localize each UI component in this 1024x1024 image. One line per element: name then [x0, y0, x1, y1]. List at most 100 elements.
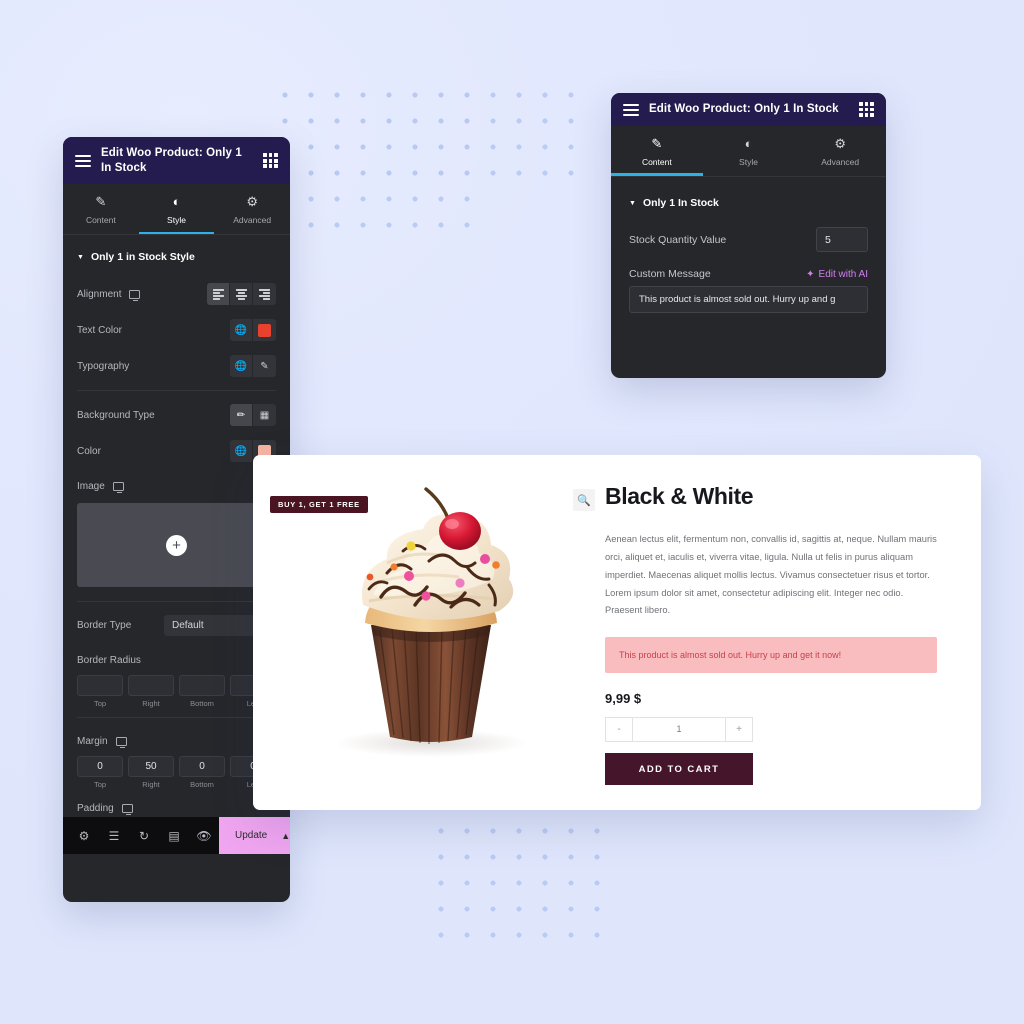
hamburger-icon[interactable] [623, 103, 639, 116]
tab-content-label: Content [85, 215, 116, 226]
history-icon[interactable]: ↻ [129, 817, 159, 854]
text-color-label: Text Color [77, 324, 123, 336]
quantity-value[interactable]: 1 [632, 718, 726, 742]
magnifier-icon[interactable]: 🔍 [573, 489, 595, 511]
grid-icon[interactable] [263, 153, 278, 169]
tab-style-label: Style [167, 215, 186, 226]
image-label: Image [77, 481, 105, 493]
border-radius-label: Border Radius [77, 655, 141, 667]
text-color-swatch-button[interactable] [253, 319, 276, 342]
product-preview-card: BUY 1, GET 1 FREE 🔍 Black & White Aenean… [253, 455, 981, 810]
align-center-button[interactable] [230, 283, 253, 306]
tab-style-label: Style [739, 157, 758, 167]
image-upload-dropzone[interactable]: + [77, 503, 276, 588]
text-color-button-group: 🌐 [230, 319, 276, 342]
field-custom-message: Custom Message ✦ Edit with AI [611, 260, 886, 284]
section-title-label: Only 1 In Stock [642, 197, 719, 209]
update-button[interactable]: Update ▲ [219, 817, 290, 855]
panel-footer-toolbar: ⚙ ☰ ↻ ▤ 👁 Update ▲ [63, 817, 290, 855]
globe-dynamic-icon[interactable]: 🌐 [230, 355, 253, 378]
stock-quantity-input[interactable]: 5 [816, 227, 868, 252]
desktop-device-icon[interactable] [129, 289, 141, 301]
tab-advanced[interactable]: ⚙ Advanced [214, 184, 290, 234]
promo-badge: BUY 1, GET 1 FREE [270, 496, 368, 513]
section-only-1-in-stock-style[interactable]: ▼ Only 1 in Stock Style [63, 235, 290, 276]
tab-style[interactable]: ◐ Style [138, 184, 215, 235]
tab-style[interactable]: ◐ Style [703, 126, 795, 176]
tab-content[interactable]: ✎ Content [611, 126, 703, 176]
margin-top-input[interactable]: 0 [77, 756, 123, 778]
quantity-increase-button[interactable]: + [726, 724, 752, 735]
custom-message-label: Custom Message [629, 268, 711, 280]
border-type-label: Border Type [77, 620, 132, 632]
right-panel-body: ▼ Only 1 In Stock Stock Quantity Value 5… [611, 177, 886, 313]
pencil-icon: ✎ [95, 194, 107, 210]
chevron-up-icon[interactable]: ▲ [281, 831, 290, 841]
gear-icon: ⚙ [246, 194, 258, 210]
dim-caption-top: Top [93, 699, 107, 709]
dim-caption-bottom: Bottom [190, 780, 214, 790]
gradient-button[interactable]: ▦ [253, 404, 276, 427]
preview-eye-icon[interactable]: 👁 [189, 817, 219, 854]
grid-icon[interactable] [859, 102, 874, 117]
stock-quantity-label: Stock Quantity Value [629, 233, 727, 246]
edit-with-ai-label: Edit with AI [818, 268, 868, 280]
product-description: Aenean lectus elit, fermentum non, conva… [605, 534, 937, 616]
align-right-button[interactable] [253, 283, 276, 306]
globe-dynamic-icon[interactable]: 🌐 [230, 440, 253, 463]
section-title-label: Only 1 in Stock Style [90, 251, 195, 264]
chevron-down-icon: ▼ [629, 199, 636, 207]
align-right-icon [259, 289, 270, 300]
hamburger-icon[interactable] [75, 154, 91, 167]
layers-icon[interactable]: ☰ [99, 817, 129, 854]
custom-message-input[interactable]: This product is almost sold out. Hurry u… [629, 286, 868, 313]
margin-bottom-input[interactable]: 0 [179, 756, 225, 778]
border-radius-right-input[interactable] [128, 675, 174, 697]
quantity-decrease-button[interactable]: - [606, 724, 632, 735]
globe-dynamic-icon[interactable]: 🌐 [230, 319, 253, 342]
product-details: Black & White Aenean lectus elit, fermen… [605, 455, 981, 810]
left-panel-header: Edit Woo Product: Only 1 In Stock [63, 137, 290, 185]
pencil-icon: ✎ [651, 136, 663, 151]
control-divider [77, 601, 276, 603]
typography-edit-pencil-icon[interactable]: ✎ [253, 355, 276, 378]
field-stock-quantity: Stock Quantity Value 5 [611, 219, 886, 260]
tab-advanced[interactable]: ⚙ Advanced [794, 126, 886, 176]
section-only-1-in-stock[interactable]: ▼ Only 1 In Stock [611, 177, 886, 219]
desktop-device-icon[interactable] [112, 482, 124, 494]
contrast-icon: ◐ [172, 194, 181, 210]
align-left-button[interactable] [207, 283, 230, 306]
gear-icon: ⚙ [834, 136, 846, 151]
dim-caption-top: Top [93, 780, 107, 790]
elementor-content-panel: Edit Woo Product: Only 1 In Stock ✎ Cont… [611, 93, 886, 378]
product-title: Black & White [605, 483, 754, 509]
classic-brush-button[interactable]: ✏ [230, 404, 253, 427]
control-divider [77, 717, 276, 719]
right-panel-header: Edit Woo Product: Only 1 In Stock [611, 93, 886, 126]
tab-advanced-label: Advanced [821, 157, 860, 167]
tab-content[interactable]: ✎ Content [63, 184, 139, 234]
control-background-type: Background Type ✏ ▦ [63, 397, 290, 433]
typography-button-group: 🌐 ✎ [230, 355, 276, 378]
dim-caption-bottom: Bottom [190, 699, 214, 709]
edit-with-ai-button[interactable]: ✦ Edit with AI [806, 269, 868, 280]
plus-icon: + [166, 534, 187, 556]
desktop-device-icon[interactable] [121, 803, 133, 815]
desktop-device-icon[interactable] [115, 737, 127, 749]
color-swatch [258, 323, 271, 337]
border-radius-top-input[interactable] [77, 675, 123, 697]
add-to-cart-button[interactable]: ADD TO CART [605, 753, 753, 786]
padding-label: Padding [77, 802, 114, 814]
alignment-button-group [207, 283, 276, 306]
control-typography: Typography 🌐 ✎ [63, 348, 290, 384]
settings-gear-icon[interactable]: ⚙ [69, 817, 99, 854]
contrast-icon: ◐ [744, 136, 753, 151]
dim-caption-right: Right [142, 699, 160, 709]
margin-right-input[interactable]: 50 [128, 756, 174, 778]
color-label: Color [77, 445, 101, 457]
responsive-mode-icon[interactable]: ▤ [159, 817, 189, 854]
border-radius-bottom-input[interactable] [179, 675, 225, 697]
dim-caption-right: Right [142, 780, 160, 790]
background-type-label: Background Type [77, 409, 155, 421]
decorative-dot-pattern-top-wide [272, 82, 588, 195]
